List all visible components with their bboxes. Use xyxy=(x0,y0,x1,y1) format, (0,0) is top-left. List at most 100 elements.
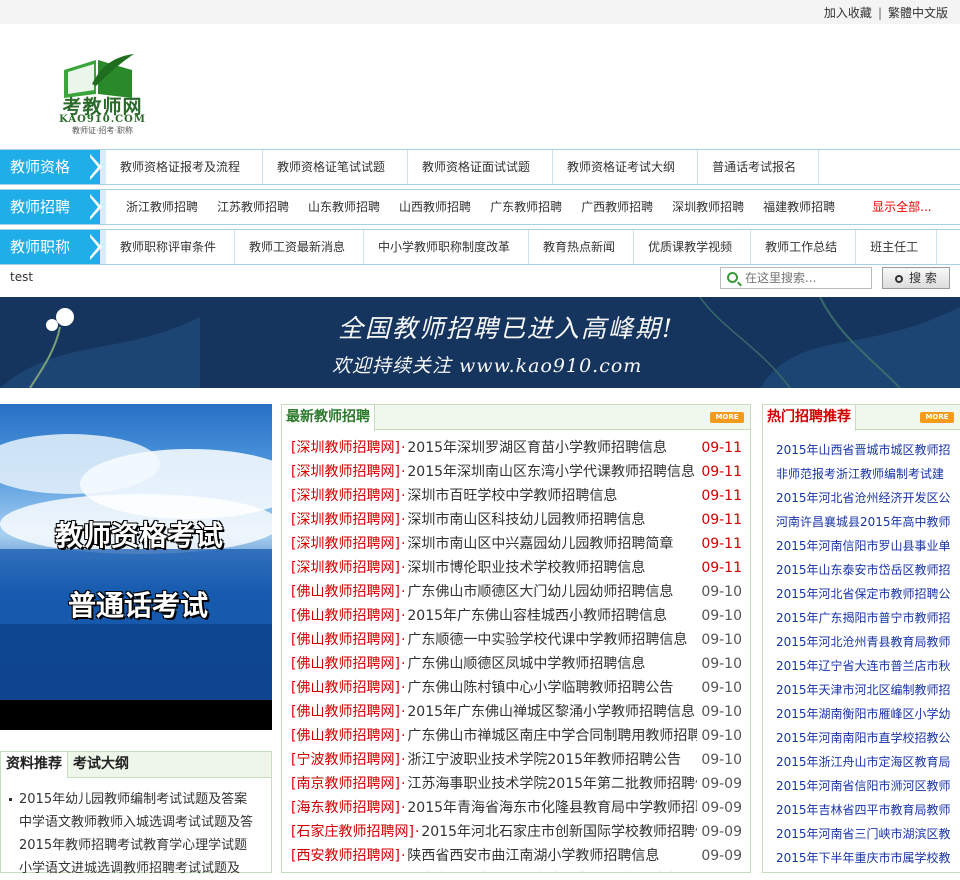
list-item[interactable]: [海东教师招聘网]· 2015年青海省海东市化隆县教育局中学教师招聘 09-09 xyxy=(291,796,746,820)
item-title-link[interactable]: 2015年深圳罗湖区育苗小学教师招聘信息 xyxy=(407,440,667,456)
source-link[interactable]: [佛山教师招聘网] xyxy=(291,680,400,696)
list-item[interactable]: 2015年山西省晋城市城区教师招 xyxy=(776,438,960,462)
source-link[interactable]: [石家庄教师招聘网] xyxy=(291,824,414,840)
item-title-link[interactable]: 深圳市南山区中兴嘉园幼儿园教师招聘简章 xyxy=(407,536,673,552)
source-link[interactable]: [佛山教师招聘网] xyxy=(291,656,400,672)
item-title-link[interactable]: 浙江宁波职业技术学院2015年教师招聘公告 xyxy=(407,752,681,768)
nav-item[interactable]: 江苏教师招聘 xyxy=(205,190,296,224)
item-title-link[interactable]: 深圳市南山区科技幼儿园教师招聘信息 xyxy=(407,512,645,528)
promo-banner[interactable]: 全国教师招聘已进入高峰期! 欢迎持续关注 www.kao910.com xyxy=(0,297,960,388)
source-link[interactable]: [深圳教师招聘网] xyxy=(291,536,400,552)
item-title-link[interactable]: 2015年青海省海东市化隆县教育局中学教师招聘 xyxy=(407,800,709,816)
list-item[interactable]: 2015年浙江舟山市定海区教育局 xyxy=(776,750,960,774)
list-item[interactable]: [深圳教师招聘网]· 2015年深圳南山区东湾小学代课教师招聘信息 09-11 xyxy=(291,460,746,484)
list-item[interactable]: 2015年教师招聘考试教育学心理学试题 xyxy=(19,834,263,857)
list-item[interactable]: [西安教师招聘网]· 陕西省西安市曲江南湖小学教师招聘信息 09-09 xyxy=(291,844,746,868)
list-item[interactable]: [佛山教师招聘网]· 2015年广东佛山容桂城西小教师招聘信息 09-10 xyxy=(291,604,746,628)
list-item[interactable]: 2015年湖南衡阳市雁峰区小学幼 xyxy=(776,702,960,726)
tab-materials[interactable]: 资料推荐 xyxy=(1,752,68,778)
list-item[interactable]: 中学语文教师教师入城选调考试试题及答 xyxy=(19,811,263,834)
list-item[interactable]: 2015年河北省保定市教师招聘公 xyxy=(776,582,960,606)
nav-item[interactable]: 中小学教师职称制度改革 xyxy=(364,230,530,264)
list-item[interactable]: 小学语文进城选调教师招聘考试试题及 xyxy=(19,857,263,880)
source-link[interactable]: [佛山教师招聘网] xyxy=(291,704,400,720)
list-item[interactable]: [佛山教师招聘网]· 广东佛山顺德区凤城中学教师招聘信息 09-10 xyxy=(291,652,746,676)
source-link[interactable]: [海东教师招聘网] xyxy=(291,800,400,816)
list-item[interactable]: [深圳教师招聘网]· 深圳市百旺学校中学教师招聘信息 09-11 xyxy=(291,484,746,508)
item-title-link[interactable]: 广东佛山市顺德区大门幼儿园幼师招聘信息 xyxy=(407,584,673,600)
nav-item[interactable]: 深圳教师招聘 xyxy=(660,190,751,224)
tab-syllabus[interactable]: 考试大纲 xyxy=(68,752,134,776)
list-item[interactable]: 非师范报考浙江教师编制考试建 xyxy=(776,462,960,486)
nav-item[interactable]: 普通话考试报名 xyxy=(698,150,820,184)
exam-ad-image[interactable]: 教师资格考试 普通话考试 xyxy=(0,404,272,730)
list-item[interactable]: 2015年河南南阳市直学校招教公 xyxy=(776,726,960,750)
nav-item[interactable]: 浙江教师招聘 xyxy=(106,190,205,224)
show-all-link[interactable]: 显示全部... xyxy=(842,190,938,224)
list-item[interactable]: 2015年河北省沧州经济开发区公 xyxy=(776,486,960,510)
add-favorite-link[interactable]: 加入收藏 xyxy=(824,6,872,20)
nav-item[interactable]: 教师工资最新消息 xyxy=(235,230,365,264)
search-box[interactable] xyxy=(720,267,872,289)
nav-category-recruitment[interactable]: 教师招聘 xyxy=(0,190,102,224)
list-item[interactable]: 2015年幼儿园教师编制考试试题及答案 xyxy=(9,788,263,811)
nav-item[interactable]: 山西教师招聘 xyxy=(387,190,478,224)
nav-category-title[interactable]: 教师职称 xyxy=(0,230,102,264)
item-title-link[interactable]: 广东顺德一中实验学校代课中学教师招聘信息 xyxy=(407,632,687,648)
search-input[interactable] xyxy=(743,270,869,286)
nav-item[interactable]: 教师职称评审条件 xyxy=(106,230,236,264)
list-item[interactable]: [石家庄教师招聘网]· 2015年河北石家庄市创新国际学校教师招聘信 09-09 xyxy=(291,820,746,844)
list-item[interactable]: 2015年河南省信阳市浉河区教师 xyxy=(776,774,960,798)
source-link[interactable]: [佛山教师招聘网] xyxy=(291,728,400,744)
more-button[interactable]: MORE xyxy=(710,412,744,423)
list-item[interactable]: [深圳教师招聘网]· 深圳市南山区中兴嘉园幼儿园教师招聘简章 09-11 xyxy=(291,532,746,556)
source-link[interactable]: [深圳教师招聘网] xyxy=(291,560,400,576)
list-item[interactable]: [佛山教师招聘网]· 2015年广东佛山禅城区黎涌小学教师招聘信息 09-10 xyxy=(291,700,746,724)
nav-item[interactable]: 教师资格证笔试试题 xyxy=(263,150,409,184)
item-title-link[interactable]: 陕西省西安市曲江南湖小学教师招聘信息 xyxy=(407,848,659,864)
more-button[interactable]: MORE xyxy=(920,412,954,423)
list-item[interactable]: 河南许昌襄城县2015年高中教师 xyxy=(776,510,960,534)
list-item[interactable]: 2015年下半年重庆市市属学校教 xyxy=(776,846,960,870)
item-title-link[interactable]: 2015年广东佛山禅城区黎涌小学教师招聘信息 xyxy=(407,704,695,720)
nav-item[interactable]: 教育热点新闻 xyxy=(529,230,635,264)
item-title-link[interactable]: 深圳市博伦职业技术学校教师招聘信息 xyxy=(407,560,645,576)
nav-item[interactable]: 教师资格证报考及流程 xyxy=(106,150,264,184)
list-item[interactable]: [南京教师招聘网]· 江苏海事职业技术学院2015年第二批教师招聘信 09-09 xyxy=(291,772,746,796)
source-link[interactable]: [佛山教师招聘网] xyxy=(291,632,400,648)
item-title-link[interactable]: 2015年广东佛山容桂城西小教师招聘信息 xyxy=(407,608,667,624)
nav-item[interactable]: 教师工作总结 xyxy=(751,230,857,264)
source-link[interactable]: [深圳教师招聘网] xyxy=(291,464,400,480)
nav-item[interactable]: 教师资格证考试大纲 xyxy=(553,150,699,184)
list-item[interactable]: 2015年辽宁省大连市普兰店市秋 xyxy=(776,654,960,678)
item-title-link[interactable]: 广东佛山陈村镇中心小学临聘教师招聘公告 xyxy=(407,680,673,696)
list-item[interactable]: 2015年天津市河北区编制教师招 xyxy=(776,678,960,702)
list-item[interactable]: 2015年河南信阳市罗山县事业单 xyxy=(776,534,960,558)
source-link[interactable]: [佛山教师招聘网] xyxy=(291,608,400,624)
list-item[interactable]: 2015年广东揭阳市普宁市教师招 xyxy=(776,606,960,630)
item-title-link[interactable]: 广东佛山顺德区凤城中学教师招聘信息 xyxy=(407,656,645,672)
list-item[interactable]: [深圳教师招聘网]· 深圳市南山区科技幼儿园教师招聘信息 09-11 xyxy=(291,508,746,532)
nav-item[interactable]: 广东教师招聘 xyxy=(478,190,569,224)
nav-item[interactable]: 广西教师招聘 xyxy=(569,190,660,224)
item-title-link[interactable]: 广东佛山市禅城区南庄中学合同制聘用教师招聘 xyxy=(407,728,701,744)
nav-item[interactable]: 福建教师招聘 xyxy=(751,190,842,224)
source-link[interactable]: [宁波教师招聘网] xyxy=(291,752,400,768)
list-item[interactable]: [深圳教师招聘网]· 2015年深圳罗湖区育苗小学教师招聘信息 09-11 xyxy=(291,436,746,460)
source-link[interactable]: [佛山教师招聘网] xyxy=(291,584,400,600)
item-title-link[interactable]: 2015年河北石家庄市创新国际学校教师招聘信 xyxy=(421,824,709,840)
source-link[interactable]: [南京教师招聘网] xyxy=(291,776,400,792)
source-link[interactable]: [深圳教师招聘网] xyxy=(291,488,400,504)
nav-item[interactable]: 优质课教学视频 xyxy=(634,230,752,264)
list-item[interactable]: 2015年河北沧州青县教育局教师 xyxy=(776,630,960,654)
list-item[interactable]: [三亚教师招聘网]·海南省三亚市崖州区育才小学2015年下半年教师09-09 xyxy=(291,868,746,872)
list-item[interactable]: 2015年山东泰安市岱岳区教师招 xyxy=(776,558,960,582)
list-item[interactable]: [宁波教师招聘网]· 浙江宁波职业技术学院2015年教师招聘公告 09-10 xyxy=(291,748,746,772)
list-item[interactable]: [佛山教师招聘网]· 广东顺德一中实验学校代课中学教师招聘信息 09-10 xyxy=(291,628,746,652)
source-link[interactable]: [深圳教师招聘网] xyxy=(291,512,400,528)
list-item[interactable]: [佛山教师招聘网]· 广东佛山陈村镇中心小学临聘教师招聘公告 09-10 xyxy=(291,676,746,700)
list-item[interactable]: 2015年河南省三门峡市湖滨区教 xyxy=(776,822,960,846)
source-link[interactable]: [深圳教师招聘网] xyxy=(291,440,400,456)
nav-category-qualification[interactable]: 教师资格 xyxy=(0,150,102,184)
nav-item[interactable]: 班主任工 xyxy=(856,230,938,264)
